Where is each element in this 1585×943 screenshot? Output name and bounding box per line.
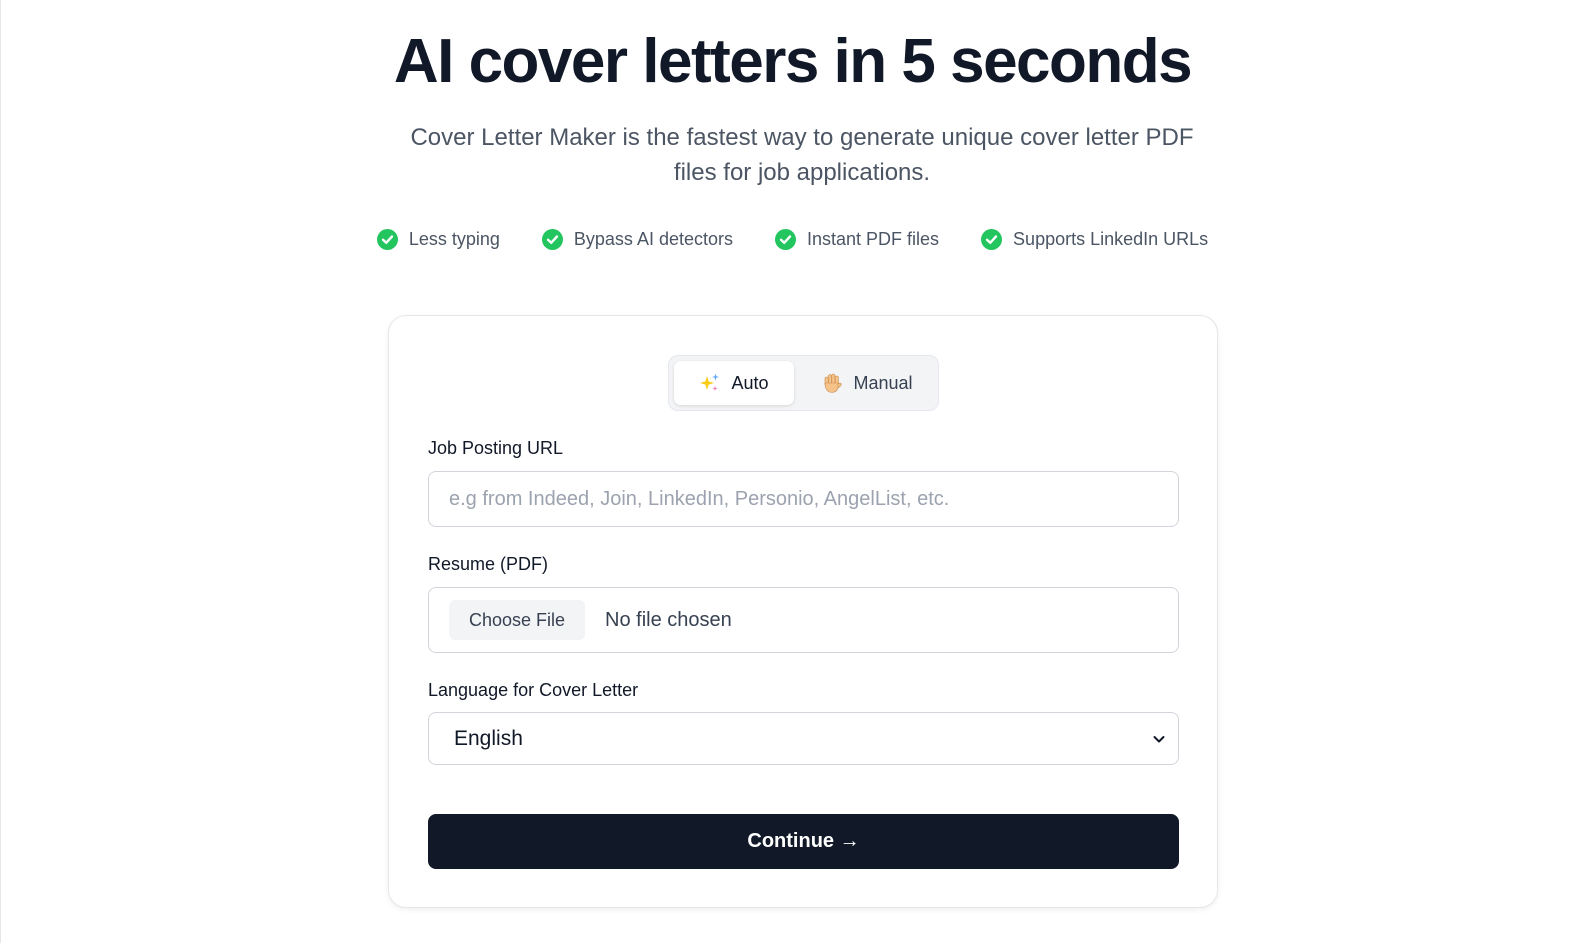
job-url-label: Job Posting URL xyxy=(428,438,564,458)
feature-label: Supports LinkedIn URLs xyxy=(1013,229,1209,249)
mode-manual-button[interactable]: Manual xyxy=(798,361,936,405)
check-circle-icon xyxy=(775,229,796,250)
page-border xyxy=(0,0,1,943)
mode-auto-label: Auto xyxy=(731,372,769,393)
mode-manual-label: Manual xyxy=(853,372,913,393)
check-circle-icon xyxy=(981,229,1003,250)
resume-file-row: Choose File No file chosen xyxy=(429,588,1178,652)
feature-list: Less typing Bypass AI detectors Instant … xyxy=(0,229,1585,250)
mode-auto-button[interactable]: Auto xyxy=(674,361,794,405)
chevron-down-icon xyxy=(1152,732,1166,746)
feature-item: Bypass AI detectors xyxy=(541,229,733,250)
continue-button[interactable]: Continue → xyxy=(428,814,1179,869)
file-status: No file chosen xyxy=(605,608,732,631)
job-url-input[interactable] xyxy=(429,472,1178,526)
feature-item: Supports LinkedIn URLs xyxy=(981,229,1208,250)
generator-card: Auto Manual Job Posting URL e.g from Ind… xyxy=(388,315,1218,908)
job-url-field xyxy=(428,471,1179,527)
resume-label: Resume (PDF) xyxy=(428,554,549,574)
language-select-inner: English xyxy=(429,713,1178,764)
page: AI cover letters in 5 seconds Cover Lett… xyxy=(0,0,1585,943)
page-title: AI cover letters in 5 seconds xyxy=(393,27,1193,96)
language-select[interactable]: English xyxy=(428,712,1179,765)
sparkles-icon xyxy=(699,372,721,394)
language-select-value: English xyxy=(454,726,523,750)
page-subtitle: Cover Letter Maker is the fastest way to… xyxy=(410,124,1194,186)
feature-label: Less typing xyxy=(408,229,500,249)
language-label: Language for Cover Letter xyxy=(428,680,639,700)
choose-file-button[interactable]: Choose File xyxy=(449,600,586,640)
resume-file-field: Choose File No file chosen xyxy=(428,587,1179,653)
check-circle-icon xyxy=(541,229,563,250)
feature-item: Less typing xyxy=(376,229,500,250)
raised-hand-icon xyxy=(821,372,843,394)
feature-item: Instant PDF files xyxy=(775,229,939,250)
mode-toggle: Auto Manual xyxy=(668,355,939,411)
check-circle-icon xyxy=(376,229,398,250)
feature-label: Bypass AI detectors xyxy=(573,229,733,249)
feature-label: Instant PDF files xyxy=(807,229,940,249)
